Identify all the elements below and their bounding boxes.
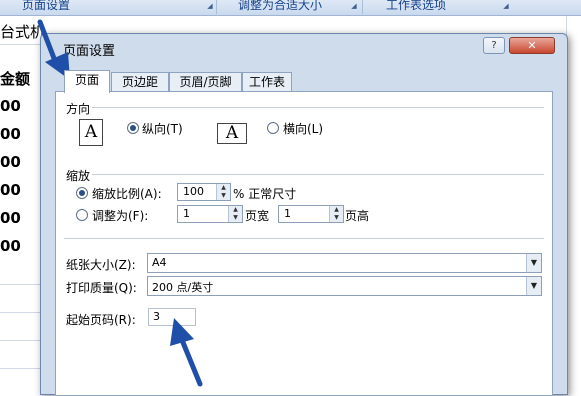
ribbon-separator [362,0,363,14]
dialog-title: 页面设置 [63,44,116,59]
scaling-section-label: 缩放 [66,169,91,183]
portrait-label[interactable]: 纵向(T) [142,120,183,137]
scale-percent-value: 100 [183,185,204,198]
normal-size-label: % 正常尺寸 [233,187,297,201]
pages-tall-value: 1 [284,207,291,220]
fit-to-label[interactable]: 调整为(F): [92,207,148,224]
chevron-down-icon[interactable]: ▼ [526,254,541,272]
chevron-down-icon[interactable]: ▼ [526,277,541,295]
amount-cell[interactable]: 00 [0,181,21,199]
print-quality-select[interactable]: 200 点/英寸 ▼ [147,276,542,296]
orientation-section-label: 方向 [66,102,91,116]
scale-percent-stepper[interactable]: 100 ▲ ▼ [177,183,231,201]
scale-to-fit-launcher-icon[interactable]: ◢ [350,2,358,10]
tab-header-footer[interactable]: 页眉/页脚 [169,72,242,92]
column-header[interactable]: 金额 [0,68,30,89]
amount-cell[interactable]: 00 [0,153,21,171]
page-tab-panel: 方向 A 纵向(T) A 横向(L) 缩放 缩放比例(A): 100 ▲ ▼ % … [55,91,553,396]
pages-tall-label: 页高 [345,209,370,223]
landscape-label[interactable]: 横向(L) [283,120,323,137]
spin-arrows-icon[interactable]: ▲ ▼ [216,184,230,200]
page-setup-launcher-icon[interactable]: ◢ [206,2,214,10]
print-quality-value: 200 点/英寸 [152,281,214,294]
page-setup-dialog: 页面设置 ? ✕ 页面 页边距 页眉/页脚 工作表 方向 A 纵向(T) A 横… [40,33,568,396]
tab-page[interactable]: 页面 [64,70,110,93]
grid-line [0,368,44,369]
paper-size-label: 纸张大小(Z): [66,258,136,272]
pages-wide-label: 页宽 [245,209,270,223]
sheet-options-launcher-icon[interactable]: ◢ [502,2,510,10]
help-button[interactable]: ? [483,37,505,54]
amount-cell[interactable]: 00 [0,125,21,143]
sheet-right-edge [566,16,581,390]
adjust-to-label[interactable]: 缩放比例(A): [92,185,162,202]
close-button[interactable]: ✕ [509,37,555,54]
ribbon-group-scale-to-fit[interactable]: 调整为合适大小 [238,0,322,15]
amount-cell[interactable]: 00 [0,209,21,227]
adjust-to-radio[interactable] [76,187,88,199]
portrait-page-icon: A [79,119,103,146]
first-page-number-input[interactable]: 3 [148,308,196,326]
grid-line [0,312,44,313]
ribbon-strip: 页面设置 ◢ 调整为合适大小 ◢ 工作表选项 ◢ [0,0,581,16]
amount-cell[interactable]: 00 [0,97,21,115]
ribbon-group-sheet-options[interactable]: 工作表选项 [386,0,446,15]
spin-arrows-icon[interactable]: ▲ ▼ [228,206,242,222]
pages-wide-value: 1 [183,207,190,220]
portrait-radio[interactable] [127,122,139,134]
cell-title[interactable]: 台式机 [0,21,45,42]
first-page-number-label: 起始页码(R): [66,313,136,327]
landscape-radio[interactable] [267,122,279,134]
fit-to-radio[interactable] [76,209,88,221]
section-divider [92,107,544,108]
amount-cell[interactable]: 00 [0,237,21,255]
pages-wide-stepper[interactable]: 1 ▲ ▼ [177,205,243,223]
landscape-page-icon: A [217,123,247,144]
ribbon-group-page-setup[interactable]: 页面设置 [22,0,70,15]
print-quality-label: 打印质量(Q): [66,281,137,295]
section-divider [64,238,544,239]
ribbon-separator [216,0,217,14]
tab-margins[interactable]: 页边距 [111,72,169,92]
spin-arrows-icon[interactable]: ▲ ▼ [329,206,343,222]
paper-size-value: A4 [152,256,167,269]
grid-line [0,340,44,341]
paper-size-select[interactable]: A4 ▼ [147,253,542,273]
section-divider [92,174,544,175]
grid-line [0,44,44,45]
tab-sheet[interactable]: 工作表 [242,72,292,92]
grid-line [0,284,44,285]
pages-tall-stepper[interactable]: 1 ▲ ▼ [278,205,344,223]
first-page-number-value: 3 [153,310,160,323]
